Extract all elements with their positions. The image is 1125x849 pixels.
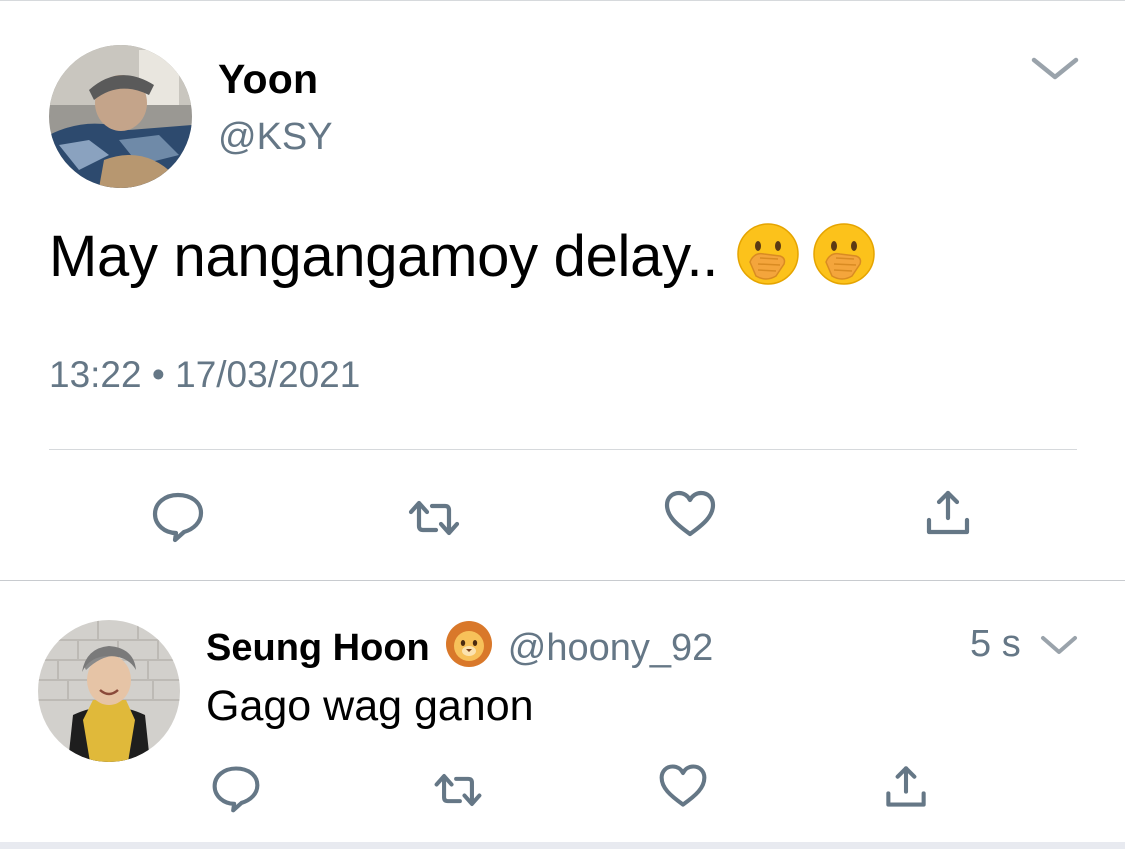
user-handle[interactable]: @KSY (218, 116, 333, 159)
reply-display-name[interactable]: Seung Hoon (206, 627, 430, 669)
reply-text: Gago wag ganon (206, 682, 534, 730)
tweet-date: 17/03/2021 (175, 354, 361, 395)
reply-header: Seung Hoon @hoony_92 (206, 620, 713, 672)
face-with-hand-over-mouth-icon (813, 223, 875, 285)
like-icon[interactable] (662, 486, 718, 542)
tweet-text-content: May nangangamoy delay.. (49, 224, 719, 289)
bottom-separator (0, 842, 1125, 849)
reply-icon[interactable] (150, 488, 206, 544)
share-icon[interactable] (880, 760, 932, 812)
reply-icon[interactable] (210, 762, 262, 814)
divider (49, 449, 1077, 450)
reply-avatar-photo (38, 620, 180, 762)
retweet-icon[interactable] (432, 764, 484, 816)
avatar-photo (49, 45, 192, 188)
reply-time: 5 s (970, 623, 1021, 665)
chevron-down-icon[interactable] (1040, 634, 1078, 656)
reply-handle[interactable]: @hoony_92 (508, 627, 714, 669)
tweet-timestamp: 13:22 • 17/03/2021 (49, 354, 360, 396)
top-divider (0, 0, 1125, 1)
chevron-down-icon[interactable] (1030, 55, 1080, 83)
section-divider (0, 580, 1125, 581)
retweet-icon[interactable] (406, 490, 462, 546)
tweet-time: 13:22 (49, 354, 142, 395)
avatar[interactable] (49, 45, 192, 188)
like-icon[interactable] (657, 760, 709, 812)
share-icon[interactable] (920, 484, 976, 540)
lion-face-icon (445, 621, 492, 667)
display-name[interactable]: Yoon (218, 56, 318, 103)
timestamp-separator: • (151, 354, 165, 395)
reply-avatar[interactable] (38, 620, 180, 762)
face-with-hand-over-mouth-icon (737, 223, 799, 285)
tweet-text: May nangangamoy delay.. (49, 222, 876, 292)
